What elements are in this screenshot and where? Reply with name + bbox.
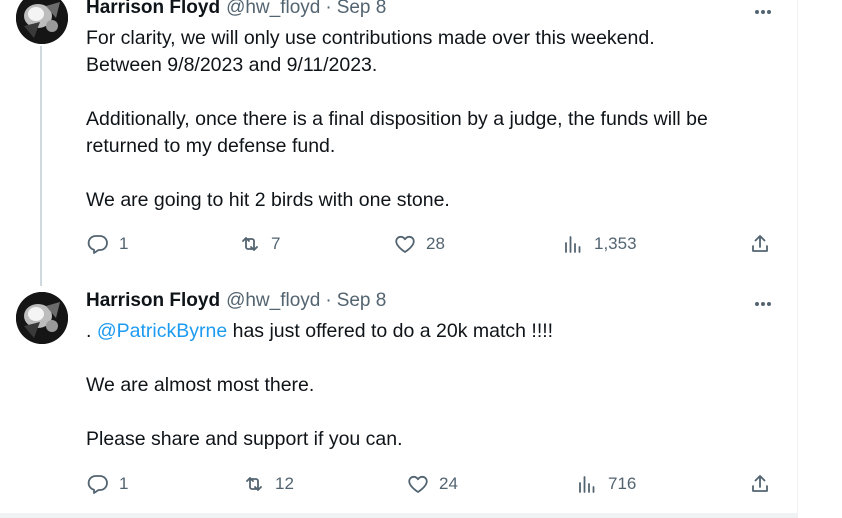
tweet[interactable]: Harrison Floyd @hw_floyd · Sep 8 For cla… [0,0,797,276]
tweet-actions: 1 7 28 1,353 [86,232,776,256]
avatar-image [16,292,68,344]
reply-icon [87,475,108,494]
avatar-image [16,0,68,44]
views-icon [565,236,581,253]
tweet-actions: 1 12 24 716 [86,472,776,496]
repost-count: 7 [271,234,281,253]
share-icon [752,235,768,252]
tweet-date[interactable]: Sep 8 [337,0,387,19]
separator-dot: · [325,290,332,311]
repost-count: 12 [275,474,294,493]
share-icon [752,475,768,492]
tweet-text-line: We are almost most there. [86,374,315,396]
tweet[interactable]: Harrison Floyd @hw_floyd · Sep 8 . @Patr… [0,276,797,513]
views-button[interactable]: 1,353 [561,232,637,256]
reply-count: 1 [119,234,129,253]
tweet-text-line: Additionally, once there is a final disp… [86,108,708,130]
views-count: 716 [608,474,637,493]
tweet-date[interactable]: Sep 8 [337,290,387,312]
tweet-text-line: We are going to hit 2 birds with one sto… [86,189,450,211]
tweet-text-line: For clarity, we will only use contributi… [86,27,655,49]
like-button[interactable]: 24 [406,472,458,496]
text-suffix: has just offered to do a 20k match !!!! [227,320,554,342]
share-button[interactable] [748,232,772,256]
views-count: 1,353 [594,234,637,253]
tweet-text-line: returned to my defense fund. [86,135,336,157]
mention-link[interactable]: @PatrickByrne [97,320,227,342]
like-count: 24 [439,474,458,493]
repost-button[interactable]: 7 [238,232,280,256]
timeline-gutter [798,0,842,518]
reply-count: 1 [119,474,129,493]
reply-button[interactable]: 1 [86,232,128,256]
like-button[interactable]: 28 [393,232,445,256]
tweet-text-line: . @PatrickByrne has just offered to do a… [86,318,776,345]
tweet-text: . @PatrickByrne has just offered to do a… [86,318,776,453]
more-icon [755,302,771,306]
tweet-text: For clarity, we will only use contributi… [86,25,776,214]
more-icon [755,10,771,14]
reply-button[interactable]: 1 [86,472,128,496]
more-button[interactable] [750,2,776,22]
repost-icon [242,237,258,251]
tweet-text-line: Between 9/8/2023 and 9/11/2023. [86,54,378,76]
separator-dot: · [325,0,332,18]
author-handle[interactable]: @hw_floyd [226,0,320,19]
heart-icon [408,475,428,493]
share-button[interactable] [748,472,772,496]
timeline-bottom-border [0,513,797,518]
repost-icon [246,477,262,491]
author-name[interactable]: Harrison Floyd [86,0,220,19]
heart-icon [395,235,415,253]
avatar[interactable] [16,292,68,344]
more-button[interactable] [750,294,776,314]
text-prefix: . [86,320,97,342]
views-icon [579,476,595,493]
reply-icon [87,235,108,254]
views-button[interactable]: 716 [575,472,636,496]
author-name[interactable]: Harrison Floyd [86,290,220,312]
tweet-header: Harrison Floyd @hw_floyd · Sep 8 [86,0,386,21]
author-handle[interactable]: @hw_floyd [226,290,320,312]
avatar[interactable] [16,0,68,44]
tweet-text-line: Please share and support if you can. [86,428,403,450]
like-count: 28 [426,234,445,253]
repost-button[interactable]: 12 [242,472,294,496]
tweet-header: Harrison Floyd @hw_floyd · Sep 8 [86,290,386,314]
